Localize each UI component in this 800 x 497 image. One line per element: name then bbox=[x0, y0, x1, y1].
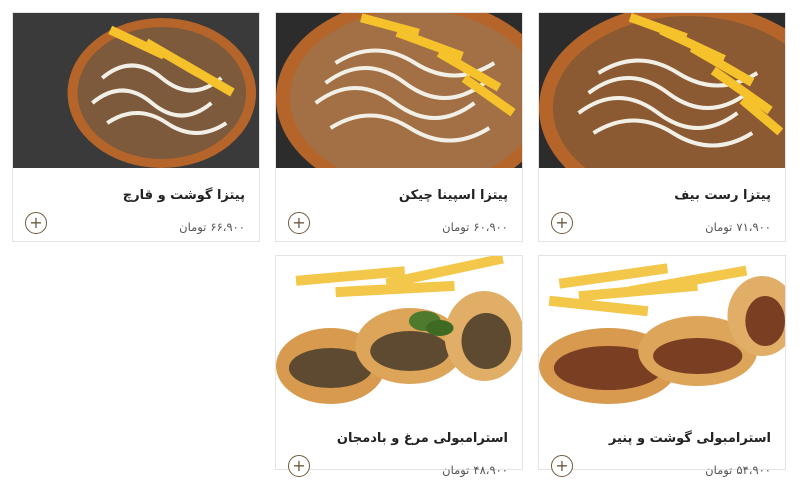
price-value: ۵۴،۹۰۰ bbox=[736, 463, 771, 477]
product-price: ۵۴،۹۰۰تومان bbox=[705, 463, 771, 477]
product-title[interactable]: پیتزا رست بیف bbox=[674, 188, 771, 203]
stromboli-image[interactable] bbox=[539, 256, 785, 411]
price-value: ۴۸،۹۰۰ bbox=[473, 463, 508, 477]
product-price: ۶۰،۹۰۰تومان bbox=[442, 220, 508, 234]
product-title[interactable]: پیتزا گوشت و قارچ bbox=[123, 188, 245, 203]
price-value: ۶۶،۹۰۰ bbox=[210, 220, 245, 234]
add-to-cart-button[interactable]: + bbox=[551, 455, 573, 477]
product-card[interactable]: پیتزا اسپینا چیکن ۶۰،۹۰۰تومان + bbox=[275, 12, 523, 242]
currency-label: تومان bbox=[179, 220, 207, 234]
product-price: ۷۱،۹۰۰تومان bbox=[705, 220, 771, 234]
add-to-cart-button[interactable]: + bbox=[551, 212, 573, 234]
product-price: ۶۶،۹۰۰تومان bbox=[179, 220, 245, 234]
stromboli-image[interactable] bbox=[276, 256, 522, 411]
product-card[interactable]: پیتزا رست بیف ۷۱،۹۰۰تومان + bbox=[538, 12, 786, 242]
price-value: ۷۱،۹۰۰ bbox=[736, 220, 771, 234]
product-card[interactable]: پیتزا گوشت و قارچ ۶۶،۹۰۰تومان + bbox=[12, 12, 260, 242]
add-to-cart-button[interactable]: + bbox=[25, 212, 47, 234]
currency-label: تومان bbox=[442, 220, 470, 234]
pizza-image[interactable] bbox=[276, 13, 522, 168]
add-to-cart-button[interactable]: + bbox=[288, 212, 310, 234]
currency-label: تومان bbox=[705, 220, 733, 234]
pizza-image[interactable] bbox=[539, 13, 785, 168]
plus-icon: + bbox=[555, 456, 569, 475]
product-title[interactable]: پیتزا اسپینا چیکن bbox=[399, 188, 508, 203]
product-price: ۴۸،۹۰۰تومان bbox=[442, 463, 508, 477]
price-value: ۶۰،۹۰۰ bbox=[473, 220, 508, 234]
product-card[interactable]: استرامبولی گوشت و پنیر ۵۴،۹۰۰تومان + bbox=[538, 255, 786, 477]
currency-label: تومان bbox=[705, 463, 733, 477]
product-title[interactable]: استرامبولی گوشت و پنیر bbox=[609, 431, 771, 446]
pizza-image[interactable] bbox=[13, 13, 259, 168]
add-to-cart-button[interactable]: + bbox=[288, 455, 310, 477]
plus-icon: + bbox=[292, 213, 306, 232]
product-card[interactable]: استرامبولی مرغ و بادمجان ۴۸،۹۰۰تومان + bbox=[275, 255, 523, 477]
plus-icon: + bbox=[292, 456, 306, 475]
currency-label: تومان bbox=[442, 463, 470, 477]
plus-icon: + bbox=[29, 213, 43, 232]
product-title[interactable]: استرامبولی مرغ و بادمجان bbox=[337, 431, 508, 446]
plus-icon: + bbox=[555, 213, 569, 232]
